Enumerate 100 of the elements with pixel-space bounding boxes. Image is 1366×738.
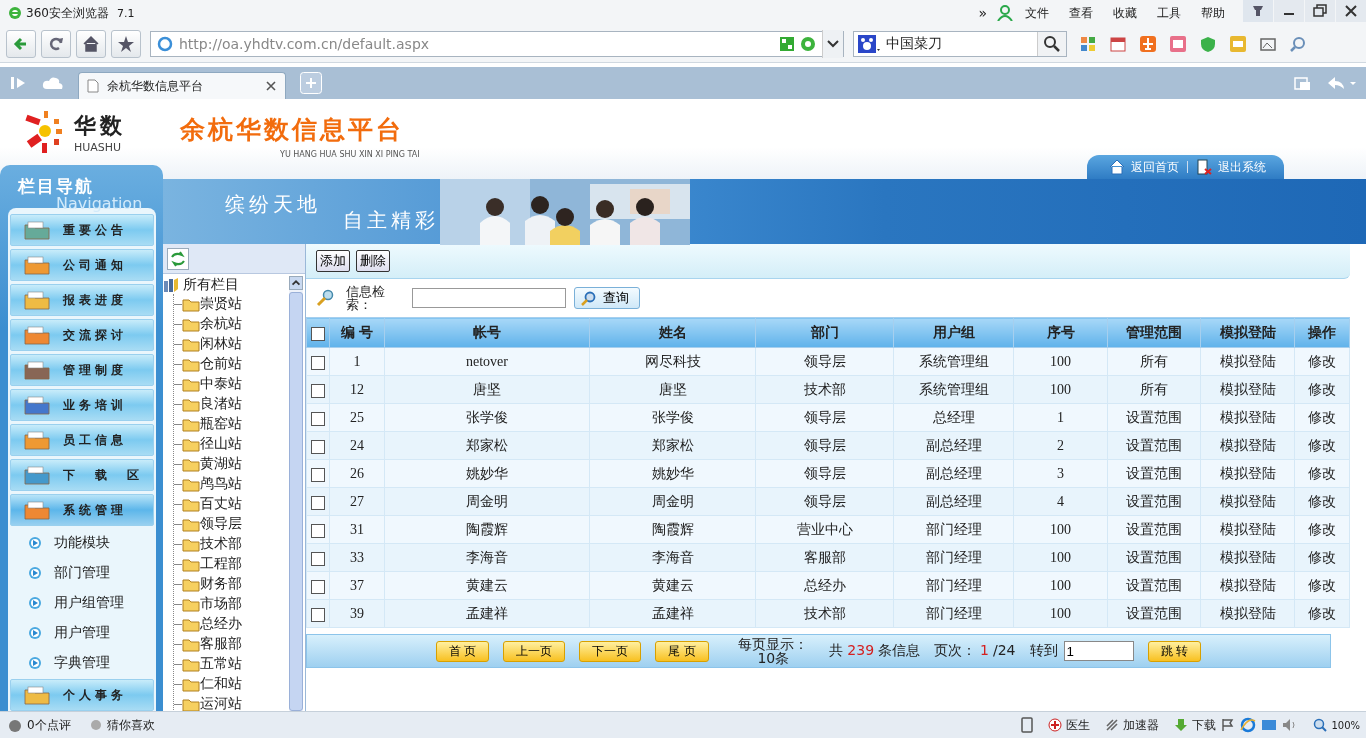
page-button[interactable]: 尾 页 [655,640,710,662]
nav-subitem[interactable]: 部门管理 [10,559,156,586]
table-link[interactable]: 模拟登陆 [1200,571,1295,600]
menu-item[interactable]: 帮助 [1201,4,1225,22]
table-link[interactable]: 设置范围 [1107,599,1201,628]
refresh-icon[interactable] [167,248,189,270]
nav-section-button[interactable]: 重要公告 [10,214,154,246]
search-input[interactable] [412,288,566,308]
minimize-icon[interactable] [1274,0,1304,22]
phone-icon[interactable] [1021,717,1034,733]
search-button[interactable] [1037,32,1066,56]
restore-icon[interactable] [1305,0,1335,22]
page-input[interactable]: 1 [1063,641,1134,661]
menu-item[interactable]: 收藏 [1113,4,1137,22]
status-link[interactable]: 猜你喜欢 [106,716,155,734]
zoom-icon[interactable] [1290,36,1306,52]
table-link[interactable]: 设置范围 [1107,403,1201,432]
close-icon[interactable] [1336,0,1366,22]
site-subtitle: YU HANG HUA SHU XIN XI PING TAI [280,150,420,159]
table-link[interactable]: 设置范围 [1107,571,1201,600]
status-button[interactable]: 医生 [1048,716,1091,734]
table-link[interactable]: 模拟登陆 [1200,431,1295,460]
page-button[interactable]: 下一页 [579,640,642,662]
nav-section-button[interactable]: 管理制度 [10,354,154,386]
row-checkbox[interactable] [311,467,325,482]
home-button[interactable] [76,30,106,58]
browser-tab[interactable]: 余杭华数信息平台 [78,72,286,99]
nav-subitem[interactable]: 功能模块 [10,529,156,556]
arrow-circle-icon [28,655,42,670]
table-link[interactable]: 模拟登陆 [1200,599,1295,628]
page-button[interactable]: 首 页 [435,640,490,662]
comment-count[interactable]: 0个点评 [27,716,71,734]
menu-item[interactable]: 工具 [1157,4,1181,22]
address-field[interactable]: http://oa.yhdtv.com.cn/default.aspx [150,31,844,57]
table-link[interactable]: 所有 [1107,347,1201,376]
nav-subitem[interactable]: 用户管理 [10,619,156,646]
tree-node[interactable]: 所有栏目 [163,274,289,294]
row-checkbox[interactable] [311,383,325,398]
nav-section-button[interactable]: 系统管理 [10,494,154,526]
table-link[interactable]: 设置范围 [1107,487,1201,516]
table-link[interactable]: 模拟登陆 [1200,515,1295,544]
table-link[interactable]: 设置范围 [1107,515,1201,544]
nav-section-button[interactable]: 报表进度 [10,284,154,316]
nav-subitem[interactable]: 字典管理 [10,649,156,676]
scroll-up-icon[interactable] [289,276,303,290]
table-link[interactable]: 模拟登陆 [1200,347,1295,376]
goto-button[interactable]: 跳 转 [1147,640,1202,662]
table-cell: 1 [1013,403,1108,432]
row-checkbox[interactable] [311,579,325,594]
nav-section-button[interactable]: 个人事务 [10,679,154,711]
zoom-level[interactable]: 100% [1313,718,1360,732]
table-cell: 营业中心 [755,515,894,544]
row-checkbox[interactable] [311,411,325,426]
row-checkbox[interactable] [311,523,325,538]
table-link[interactable]: 设置范围 [1107,543,1201,572]
row-checkbox[interactable] [311,355,325,370]
row-checkbox[interactable] [311,439,325,454]
user-icon[interactable] [997,5,1013,21]
page-button[interactable]: 上一页 [503,640,566,662]
calendar-icon[interactable] [1110,36,1126,52]
table-link[interactable]: 模拟登陆 [1200,543,1295,572]
table-link[interactable]: 所有 [1107,375,1201,404]
table-link[interactable]: 设置范围 [1107,431,1201,460]
query-button[interactable]: 查询 [574,287,640,309]
table-cell: 部门经理 [893,599,1014,628]
close-icon[interactable] [265,80,277,92]
search-field[interactable]: 中国菜刀 [853,31,1067,57]
nav-subitem[interactable]: 用户组管理 [10,589,156,616]
status-button[interactable]: 下载 [1174,716,1217,734]
table-link[interactable]: 模拟登陆 [1200,459,1295,488]
menu-item[interactable]: 文件 [1025,4,1049,22]
grid-icon[interactable] [1080,36,1096,52]
table-link[interactable]: 模拟登陆 [1200,487,1295,516]
toolbar-button[interactable]: 添加 [316,250,350,272]
nav-section-button[interactable]: 公司通知 [10,249,154,281]
row-checkbox[interactable] [311,495,325,510]
flag-icon[interactable] [1221,718,1236,732]
nav-section-button[interactable]: 下 载 区 [10,459,154,491]
status-button[interactable]: 加速器 [1105,716,1160,734]
refresh-button[interactable] [41,30,71,58]
table-link[interactable]: 模拟登陆 [1200,403,1295,432]
menu-item[interactable]: 查看 [1069,4,1093,22]
nav-section-button[interactable]: 交流探讨 [10,319,154,351]
back-button[interactable] [6,30,36,58]
nav-section-button[interactable]: 员工信息 [10,424,154,456]
table-link[interactable]: 设置范围 [1107,459,1201,488]
picture-frame-icon[interactable] [1260,36,1276,52]
select-all-checkbox[interactable] [311,326,325,341]
dropdown-icon[interactable] [822,30,843,58]
ie-icon[interactable] [1240,717,1257,733]
star-button[interactable] [111,30,141,58]
nav-section-button[interactable]: 业务培训 [10,389,154,421]
more-chevron[interactable]: » [978,5,987,21]
toolbar-button[interactable]: 删除 [356,250,390,272]
screen-icon[interactable] [1261,718,1278,732]
row-checkbox[interactable] [311,607,325,622]
dot-icon [89,719,102,731]
table-link[interactable]: 模拟登陆 [1200,375,1295,404]
row-checkbox[interactable] [311,551,325,566]
table-cell: 唐坚 [384,375,590,404]
